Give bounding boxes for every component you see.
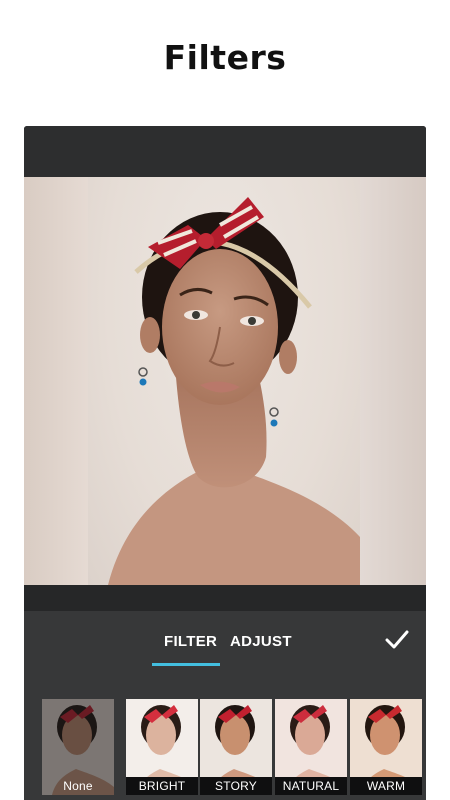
photo-canvas[interactable] bbox=[24, 177, 426, 585]
checkmark-icon[interactable] bbox=[384, 627, 410, 653]
filter-label: None bbox=[63, 779, 93, 793]
filter-thumb-bright[interactable]: BRIGHT bbox=[126, 699, 198, 795]
filter-thumb-warm[interactable]: WARM bbox=[350, 699, 422, 795]
filter-thumb-natural[interactable]: NATURAL bbox=[275, 699, 347, 795]
editor-top-bar bbox=[24, 126, 426, 177]
tab-adjust[interactable]: ADJUST bbox=[230, 633, 292, 650]
filter-label: BRIGHT bbox=[126, 777, 198, 795]
portrait-photo bbox=[88, 177, 360, 585]
filter-thumb-story[interactable]: STORY bbox=[200, 699, 272, 795]
filter-thumb-none[interactable]: None bbox=[42, 699, 114, 795]
screen-headline: Filters bbox=[163, 38, 287, 77]
filter-thumbnail-strip: None BRIGHT STORY NATURAL WARM bbox=[42, 699, 426, 800]
filter-label: NATURAL bbox=[275, 777, 347, 795]
filter-label: STORY bbox=[200, 777, 272, 795]
editor-window: FILTER ADJUST None BRIGHT STORY NATURAL … bbox=[24, 126, 426, 800]
filter-panel: FILTER ADJUST None BRIGHT STORY NATURAL … bbox=[24, 611, 426, 800]
filter-label: WARM bbox=[350, 777, 422, 795]
active-tab-indicator bbox=[152, 663, 220, 666]
panel-separator bbox=[24, 585, 426, 611]
tab-filter[interactable]: FILTER bbox=[164, 633, 217, 650]
